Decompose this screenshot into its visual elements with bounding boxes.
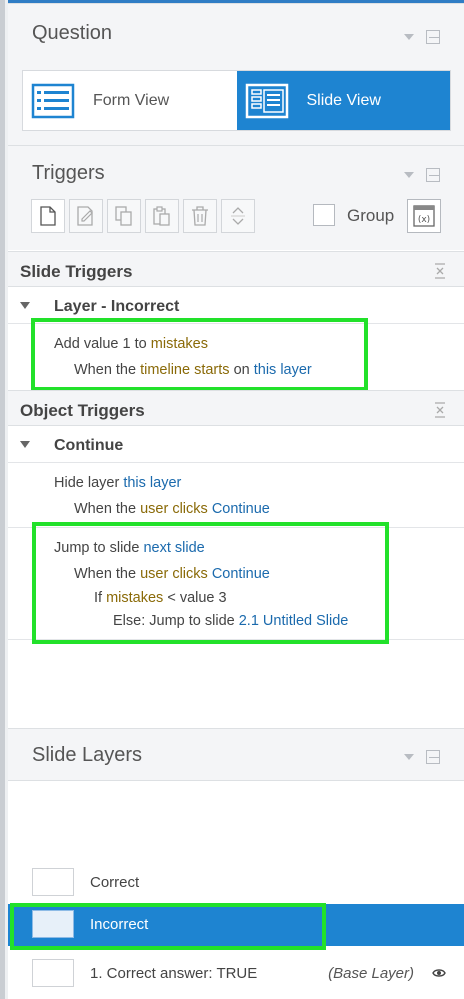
object-triggers-title: Object Triggers	[20, 401, 145, 420]
panel-dropdown-icon[interactable]	[404, 172, 414, 178]
question-panel-title: Question	[32, 22, 113, 44]
paste-trigger-button[interactable]	[145, 199, 179, 233]
edit-trigger-button[interactable]	[69, 199, 103, 233]
highlight-box	[10, 903, 326, 950]
triggers-panel-header: Triggers	[8, 145, 464, 250]
collapse-all-icon[interactable]	[434, 402, 446, 418]
object-link[interactable]: this layer	[123, 475, 181, 491]
copy-icon	[115, 206, 132, 226]
manage-variables-button[interactable]: (x)	[407, 199, 441, 233]
panel-restore-icon[interactable]	[426, 750, 440, 764]
form-view-button[interactable]: Form View	[23, 71, 237, 130]
slide-layers-panel-controls	[404, 750, 440, 764]
copy-trigger-button[interactable]	[107, 199, 141, 233]
triggers-panel-title: Triggers	[32, 162, 105, 184]
layer-thumbnail	[32, 959, 74, 987]
panel-restore-icon[interactable]	[426, 168, 440, 182]
move-up-down-icon	[231, 207, 245, 225]
triggers-toolbar	[31, 199, 255, 233]
expand-triangle-icon[interactable]	[20, 302, 30, 309]
trash-icon	[192, 206, 208, 226]
layer-thumbnail	[32, 868, 74, 896]
trigger-text: Hide layer	[54, 475, 124, 491]
trigger-action-line[interactable]: Hide layer this layer	[54, 475, 181, 491]
event-link[interactable]: user clicks	[140, 501, 208, 517]
form-view-label: Form View	[93, 91, 170, 109]
svg-text:(x): (x)	[418, 215, 430, 225]
object-link[interactable]: Continue	[212, 501, 270, 517]
trigger-condition-line[interactable]: When the user clicks Continue	[74, 501, 270, 517]
highlight-box	[32, 522, 389, 644]
slide-view-icon	[245, 83, 288, 118]
panel-dropdown-icon[interactable]	[404, 754, 414, 760]
new-trigger-icon	[40, 206, 56, 226]
form-view-icon	[31, 83, 75, 118]
triggers-panel-controls	[404, 168, 440, 182]
view-toggle: Form View Slide View	[22, 70, 451, 131]
layer-name: 1. Correct answer: TRUE	[90, 965, 258, 982]
group-checkbox[interactable]	[313, 204, 335, 226]
object-triggers-header[interactable]: Object Triggers	[8, 390, 464, 426]
variables-icon: (x)	[413, 205, 435, 227]
edit-trigger-icon	[77, 206, 93, 226]
trigger-text: When the	[74, 501, 141, 517]
slide-layers-panel-title: Slide Layers	[32, 744, 143, 766]
layer-name: Correct	[90, 874, 140, 891]
slide-view-button[interactable]: Slide View	[236, 71, 450, 130]
slide-layers-panel-header: Slide Layers	[8, 728, 464, 780]
delete-trigger-button[interactable]	[183, 199, 217, 233]
move-trigger-button[interactable]	[221, 199, 255, 233]
collapse-all-icon[interactable]	[434, 263, 446, 279]
panel-divider	[8, 780, 464, 781]
panel-restore-icon[interactable]	[426, 30, 440, 44]
group-label: Group	[347, 206, 395, 225]
new-trigger-button[interactable]	[31, 199, 65, 233]
eye-icon[interactable]	[432, 968, 446, 978]
base-layer-tag: (Base Layer)	[328, 965, 414, 982]
trigger-group-label: Layer - Incorrect	[54, 298, 180, 315]
trigger-group-continue[interactable]: Continue	[8, 427, 464, 463]
layer-row-correct[interactable]: Correct	[8, 862, 464, 904]
slide-triggers-header[interactable]: Slide Triggers	[8, 251, 464, 287]
question-panel-controls	[404, 30, 440, 44]
trigger-group-label: Continue	[54, 437, 124, 454]
layer-row-base[interactable]: 1. Correct answer: TRUE (Base Layer)	[8, 953, 464, 995]
panel-dropdown-icon[interactable]	[404, 34, 414, 40]
highlight-box	[31, 318, 368, 391]
paste-icon	[153, 206, 170, 226]
slide-triggers-title: Slide Triggers	[20, 262, 133, 281]
expand-triangle-icon[interactable]	[20, 441, 30, 448]
question-panel-header: Question	[8, 3, 464, 63]
slide-view-label: Slide View	[306, 91, 381, 109]
